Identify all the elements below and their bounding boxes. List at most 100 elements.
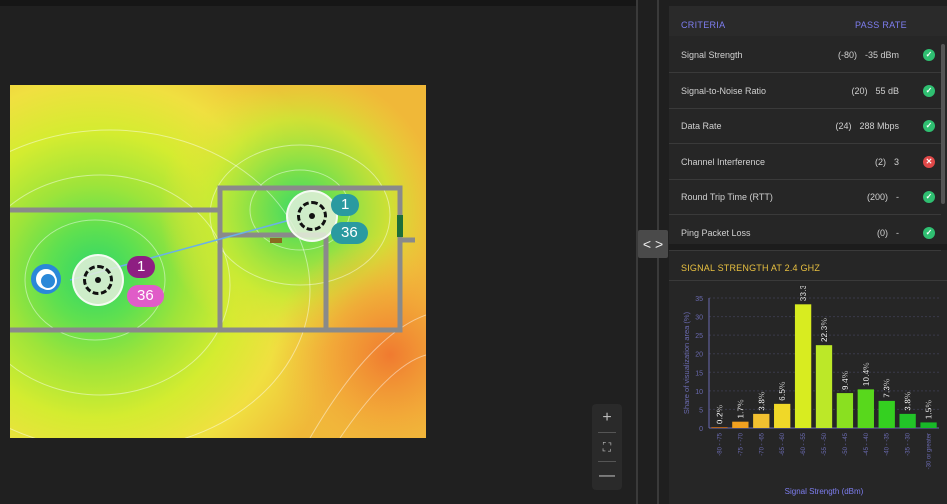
y-tick-label: 5 — [699, 407, 703, 414]
bar — [857, 389, 874, 428]
y-axis-label: Share of visualization area (%) — [682, 311, 691, 414]
criteria-threshold: (2) — [874, 156, 886, 167]
zoom-in-button[interactable]: + — [592, 404, 622, 432]
criteria-threshold: (20) — [851, 85, 868, 96]
pass-check-icon: ✓ — [923, 49, 935, 61]
bar-data-label: 1.7% — [735, 399, 745, 419]
y-tick-label: 15 — [695, 370, 703, 377]
bar-data-label: 1.5% — [924, 400, 934, 420]
criteria-measured: 55 dB — [875, 85, 899, 96]
criteria-row[interactable]: Channel Interference (2) 3 ✕ — [669, 144, 941, 180]
bar — [899, 413, 916, 428]
criteria-scrollbar[interactable] — [941, 44, 945, 204]
criteria-label: Ping Packet Loss — [681, 227, 751, 238]
criteria-row[interactable]: Round Trip Time (RTT) (200) - ✓ — [669, 179, 941, 215]
bar-data-label: 3.8% — [903, 391, 913, 411]
bar-data-label: 33.3% — [798, 286, 808, 301]
y-tick-label: 0 — [699, 426, 703, 433]
criteria-value: (20) 55 dB — [851, 86, 899, 96]
map-top-bar — [0, 0, 636, 6]
criteria-label: Signal Strength — [681, 50, 743, 60]
bar — [878, 400, 895, 428]
pass-check-icon: ✓ — [923, 84, 935, 97]
pass-rate-header-label: PASS RATE — [855, 20, 907, 30]
criteria-label: Round Trip Time (RTT) — [681, 192, 773, 202]
ap1-channel-badge[interactable]: 1 — [127, 256, 156, 278]
criteria-measured: - — [896, 227, 899, 238]
bar-data-label: 7.3% — [882, 378, 892, 398]
criteria-measured: 288 Mbps — [859, 121, 899, 131]
y-tick-label: 25 — [695, 333, 703, 340]
x-tick-label: -35 - -30 — [906, 432, 912, 455]
ap-center-icon — [309, 213, 315, 219]
bar-data-label: 6.5% — [777, 381, 787, 401]
zoom-out-button[interactable]: — — [592, 462, 622, 490]
criteria-label: Data Rate — [681, 121, 722, 131]
pass-check-icon: ✓ — [923, 120, 935, 132]
current-location-marker[interactable] — [31, 264, 61, 294]
criteria-header-label: CRITERIA — [681, 20, 726, 30]
bar — [774, 403, 791, 428]
x-tick-label: -45 - -40 — [864, 432, 870, 455]
x-tick-label: -65 - -60 — [780, 432, 786, 455]
floor-plan-map[interactable]: 1 36 1 36 + ⛶ — — [0, 0, 636, 504]
bar — [920, 422, 937, 428]
criteria-value: (24) 288 Mbps — [835, 121, 899, 131]
x-tick-label: -70 - -65 — [759, 432, 765, 455]
chart-title: SIGNAL STRENGTH AT 2.4 GHZ — [681, 263, 821, 273]
criteria-value: (0) - — [877, 228, 899, 238]
bar-data-label: 3.8% — [756, 391, 766, 411]
bar-data-label: 10.4% — [861, 362, 871, 387]
criteria-value: (-80) -35 dBm — [838, 50, 899, 60]
x-tick-label: -50 - -45 — [843, 432, 849, 455]
bar — [753, 413, 770, 428]
signal-strength-chart: 0 5 10 15 20 25 30 35 Share of visualization are… — [682, 286, 939, 496]
access-point-1[interactable] — [72, 254, 124, 306]
criteria-row[interactable]: Signal-to-Noise Ratio (20) 55 dB ✓ — [669, 73, 941, 109]
signal-heatmap[interactable] — [10, 85, 426, 438]
pass-check-icon: ✓ — [923, 191, 935, 203]
fit-to-screen-button[interactable]: ⛶ — [592, 433, 622, 461]
criteria-label: Signal-to-Noise Ratio — [681, 85, 767, 96]
y-tick-label: 10 — [695, 389, 703, 396]
x-tick-label: -80 - -75 — [717, 432, 723, 455]
criteria-value: (200) - — [867, 192, 899, 202]
ap2-count-badge[interactable]: 36 — [331, 222, 368, 244]
ap2-channel-badge[interactable]: 1 — [331, 194, 360, 216]
criteria-measured: -35 dBm — [864, 50, 899, 60]
y-tick-label: 35 — [695, 296, 703, 303]
criteria-threshold: (0) — [877, 227, 888, 238]
toggle-panel-button[interactable]: < > — [638, 230, 668, 258]
x-tick-label: -30 or greater — [927, 433, 933, 469]
y-tick-label: 20 — [695, 352, 703, 359]
bar — [794, 304, 812, 428]
criteria-row[interactable]: Data Rate (24) 288 Mbps ✓ — [669, 108, 941, 144]
criteria-measured: 3 — [893, 156, 899, 167]
pass-check-icon: ✓ — [923, 226, 935, 239]
y-tick-label: 30 — [695, 315, 703, 322]
criteria-row[interactable]: Signal Strength (-80) -35 dBm ✓ — [669, 37, 941, 73]
bar — [815, 345, 833, 428]
ap1-count-badge[interactable]: 36 — [127, 285, 164, 307]
criteria-measured: - — [896, 192, 899, 202]
criteria-threshold: (200) — [866, 192, 888, 202]
x-tick-label: -75 - -70 — [738, 432, 744, 455]
criteria-threshold: (24) — [835, 121, 852, 131]
bar-data-label: 9.4% — [840, 370, 850, 390]
bar — [711, 427, 728, 428]
criteria-value: (2) 3 — [875, 157, 899, 167]
x-axis-label: Signal Strength (dBm) — [785, 487, 864, 496]
chart-title-divider — [669, 280, 947, 281]
section-divider — [669, 244, 947, 250]
bar-data-label: 0.2% — [714, 404, 724, 424]
ap-center-icon — [95, 277, 101, 283]
criteria-threshold: (-80) — [837, 50, 857, 60]
criteria-header: CRITERIA PASS RATE — [669, 6, 947, 36]
bar — [836, 393, 854, 428]
zoom-controls: + ⛶ — — [592, 404, 622, 490]
bar — [732, 421, 749, 428]
x-tick-label: -55 - -50 — [822, 432, 828, 455]
fail-x-icon: ✕ — [923, 155, 935, 168]
x-tick-label: -60 - -55 — [801, 432, 807, 455]
criteria-label: Channel Interference — [681, 156, 766, 167]
